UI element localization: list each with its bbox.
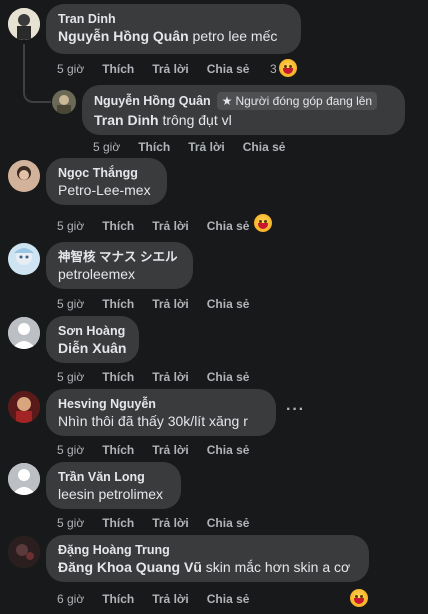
avatar[interactable] — [52, 90, 76, 114]
reply-button[interactable]: Trả lời — [188, 140, 225, 154]
reply-button[interactable]: Trả lời — [152, 516, 189, 530]
comment-bubble: Sơn Hoàng Diễn Xuân — [46, 316, 139, 363]
share-button[interactable]: Chia sẻ — [207, 516, 250, 530]
person-silhouette-icon — [8, 317, 40, 349]
avatar[interactable] — [8, 243, 40, 275]
comment-author[interactable]: Trần Văn Long — [58, 469, 169, 485]
like-button[interactable]: Thích — [138, 140, 170, 154]
avatar[interactable] — [8, 160, 40, 192]
comment-body: skin mắc hơn skin a cơ — [201, 559, 351, 575]
thread-connector — [23, 44, 51, 103]
comment-bubble: Nguyễn Hồng Quân ★ Người đóng góp đang lên… — [82, 85, 405, 135]
comment-time[interactable]: 5 giờ — [57, 62, 84, 76]
comment-actions: 6 giờ Thích Trả lời Chia sẻ — [57, 592, 267, 606]
comment-author[interactable]: Tran Dinh — [58, 11, 289, 27]
haha-reaction-icon[interactable] — [350, 589, 368, 607]
mention-link[interactable]: Nguyễn Hồng Quân — [58, 28, 189, 44]
avatar[interactable] — [8, 317, 40, 349]
mention-link[interactable]: Tran Dinh — [94, 112, 159, 128]
comment-actions: 5 giờ Thích Trả lời Chia sẻ — [93, 140, 303, 154]
comment-body: petro lee mếc — [188, 28, 278, 44]
person-silhouette-icon — [8, 463, 40, 495]
like-button[interactable]: Thích — [102, 592, 134, 606]
comment-author-row: Nguyễn Hồng Quân ★ Người đóng góp đang lên — [94, 92, 393, 110]
reply-button[interactable]: Trả lời — [152, 62, 189, 76]
comment-author[interactable]: Hesving Nguyễn — [58, 396, 264, 412]
like-button[interactable]: Thích — [102, 516, 134, 530]
comment-author[interactable]: Nguyễn Hồng Quân — [94, 94, 211, 108]
contributor-badge[interactable]: ★ Người đóng góp đang lên — [216, 92, 378, 110]
comment-time[interactable]: 5 giờ — [93, 140, 120, 154]
haha-reaction-icon[interactable] — [254, 214, 272, 232]
reply-button[interactable]: Trả lời — [152, 219, 189, 233]
comment-actions: 5 giờ Thích Trả lời Chia sẻ — [57, 516, 267, 530]
mention-link[interactable]: Diễn Xuân — [58, 340, 126, 356]
like-button[interactable]: Thích — [102, 297, 134, 311]
comment-bubble: Ngọc Thắngg Petro-Lee-mex — [46, 158, 167, 205]
avatar[interactable] — [8, 391, 40, 423]
reply-button[interactable]: Trả lời — [152, 370, 189, 384]
comment-time[interactable]: 5 giờ — [57, 219, 84, 233]
comment-time[interactable]: 5 giờ — [57, 516, 84, 530]
comment-text: Tran Dinh trông đụt vl — [94, 111, 393, 130]
comment-author[interactable]: Đặng Hoàng Trung — [58, 542, 357, 558]
comment-bubble: 神智核 マナス シエル petroleemex — [46, 242, 193, 289]
comment-text: Petro-Lee-mex — [58, 182, 151, 198]
share-button[interactable]: Chia sẻ — [207, 219, 250, 233]
comment-actions: 5 giờ Thích Trả lời Chia sẻ — [57, 62, 267, 76]
comment-time[interactable]: 5 giờ — [57, 443, 84, 457]
comment-text: petroleemex — [58, 266, 136, 282]
reaction-count[interactable]: 3 — [270, 62, 277, 76]
comment-actions: 5 giờ Thích Trả lời Chia sẻ — [57, 443, 267, 457]
badge-label: Người đóng góp đang lên — [235, 94, 373, 108]
comment-bubble: Tran Dinh Nguyễn Hồng Quân petro lee mếc — [46, 4, 301, 54]
share-button[interactable]: Chia sẻ — [207, 592, 250, 606]
reply-button[interactable]: Trả lời — [152, 443, 189, 457]
reply-button[interactable]: Trả lời — [152, 592, 189, 606]
comment-text: Nguyễn Hồng Quân petro lee mếc — [58, 27, 289, 46]
comment-actions: 5 giờ Thích Trả lời Chia sẻ — [57, 297, 267, 311]
more-options-icon[interactable]: ··· — [286, 401, 305, 419]
share-button[interactable]: Chia sẻ — [207, 370, 250, 384]
comment-time[interactable]: 5 giờ — [57, 370, 84, 384]
avatar[interactable] — [8, 536, 40, 568]
haha-reaction-icon[interactable] — [279, 59, 297, 77]
like-button[interactable]: Thích — [102, 370, 134, 384]
share-button[interactable]: Chia sẻ — [207, 297, 250, 311]
like-button[interactable]: Thích — [102, 219, 134, 233]
comment-author[interactable]: 神智核 マナス シエル — [58, 249, 181, 265]
share-button[interactable]: Chia sẻ — [243, 140, 286, 154]
comment-time[interactable]: 6 giờ — [57, 592, 84, 606]
comment-text: Đăng Khoa Quang Vũ skin mắc hơn skin a c… — [58, 558, 357, 577]
like-button[interactable]: Thích — [102, 443, 134, 457]
comment-bubble: Trần Văn Long leesin petrolimex — [46, 462, 181, 509]
comment-bubble: Hesving Nguyễn Nhìn thôi đã thấy 30k/lít… — [46, 389, 276, 436]
comment-text: Nhìn thôi đã thấy 30k/lít xăng r — [58, 413, 248, 429]
comment-actions: 5 giờ Thích Trả lời Chia sẻ — [57, 370, 267, 384]
comment-body: trông đụt vl — [158, 112, 232, 128]
comment-text: leesin petrolimex — [58, 486, 164, 502]
share-button[interactable]: Chia sẻ — [207, 62, 250, 76]
avatar[interactable] — [8, 8, 40, 40]
comment-author[interactable]: Sơn Hoàng — [58, 323, 127, 339]
avatar[interactable] — [8, 463, 40, 495]
star-badge-icon: ★ — [221, 94, 233, 108]
share-button[interactable]: Chia sẻ — [207, 443, 250, 457]
mention-link[interactable]: Đăng Khoa Quang Vũ — [58, 559, 202, 575]
comment-bubble: Đặng Hoàng Trung Đăng Khoa Quang Vũ skin… — [46, 535, 369, 582]
comment-author[interactable]: Ngọc Thắngg — [58, 165, 155, 181]
like-button[interactable]: Thích — [102, 62, 134, 76]
comment-actions: 5 giờ Thích Trả lời Chia sẻ — [57, 219, 267, 233]
comment-text: Diễn Xuân — [58, 339, 127, 358]
comment-time[interactable]: 5 giờ — [57, 297, 84, 311]
reply-button[interactable]: Trả lời — [152, 297, 189, 311]
